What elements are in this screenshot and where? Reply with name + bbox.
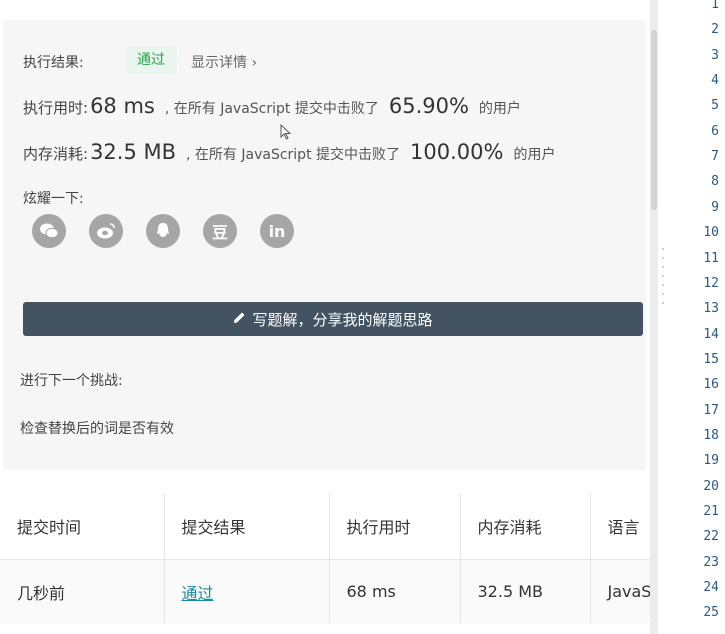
cell-language: JavaScript [590, 559, 650, 623]
line-number: 16 [703, 377, 719, 393]
runtime-percentile: 65.90% [388, 94, 469, 118]
line-number: 9 [711, 199, 719, 215]
cell-submit-result-link[interactable]: 通过 [164, 559, 330, 623]
runtime-value: 68 ms [90, 94, 155, 118]
table-header-row: 提交时间 提交结果 执行用时 内存消耗 语言 [0, 493, 650, 560]
line-number: 11 [703, 250, 719, 266]
runtime-suffix: 的用户 [478, 101, 521, 117]
pane-resize-handle[interactable] [660, 248, 666, 304]
line-number: 10 [703, 225, 719, 241]
next-challenge-link[interactable]: 检查替换后的词是否有效 [20, 418, 174, 438]
line-number: 25 [703, 605, 719, 621]
col-memory: 内存消耗 [460, 493, 591, 560]
line-number: 2 [711, 22, 719, 38]
line-number: 13 [703, 301, 719, 317]
memory-label: 内存消耗: [23, 145, 89, 163]
status-badge: 通过 [125, 46, 177, 74]
line-number: 17 [703, 402, 719, 418]
memory-compare-text: , 在所有 JavaScript 提交中击败了 [186, 147, 401, 163]
editor-line-gutter: 1 2 3 4 5 6 7 8 9 10 11 12 13 14 15 16 17 18 19 20 21 22 23 24 2… [668, 0, 725, 634]
line-number: 3 [711, 47, 719, 63]
next-challenge-label: 进行下一个挑战: [20, 373, 123, 389]
line-number: 15 [703, 351, 719, 367]
runtime-line: 执行用时: 68 ms , 在所有 JavaScript 提交中击败了 65.9… [23, 94, 521, 118]
col-submit-result: 提交结果 [164, 493, 330, 560]
separator [0, 470, 650, 490]
line-number: 5 [711, 98, 719, 114]
pencil-icon [233, 311, 246, 328]
share-icons: 豆 in [32, 214, 294, 248]
cell-submit-time: 几秒前 [0, 559, 165, 623]
write-solution-button[interactable]: 写题解，分享我的解题思路 [23, 302, 643, 336]
douban-icon[interactable]: 豆 [203, 214, 237, 248]
line-number: 6 [711, 123, 719, 139]
show-details-link[interactable]: 显示详情 › [191, 52, 257, 72]
memory-value: 32.5 MB [90, 140, 177, 164]
col-language: 语言 [590, 493, 650, 560]
line-number: 19 [703, 453, 719, 469]
line-number: 1 [711, 0, 719, 12]
line-number: 24 [703, 580, 719, 596]
line-number: 14 [703, 326, 719, 342]
line-number: 22 [703, 529, 719, 545]
mouse-cursor-icon [280, 123, 292, 140]
line-number: 12 [703, 275, 719, 291]
col-runtime: 执行用时 [329, 493, 461, 560]
submissions-table: 提交时间 提交结果 执行用时 内存消耗 语言 几秒前 通过 68 ms 32.5… [0, 493, 650, 623]
memory-suffix: 的用户 [513, 147, 556, 163]
memory-line: 内存消耗: 32.5 MB , 在所有 JavaScript 提交中击败了 10… [23, 140, 555, 164]
line-number: 4 [711, 73, 719, 89]
runtime-compare-text: , 在所有 JavaScript 提交中击败了 [164, 101, 379, 117]
linkedin-icon[interactable]: in [260, 214, 294, 248]
line-number: 20 [703, 478, 719, 494]
submission-panel: 执行结果: 通过 显示详情 › 执行用时: 68 ms , 在所有 JavaSc… [0, 0, 650, 634]
line-number: 23 [703, 554, 719, 570]
table-row: 几秒前 通过 68 ms 32.5 MB JavaScript [0, 559, 650, 623]
line-number: 21 [703, 504, 719, 519]
cell-memory: 32.5 MB [460, 559, 591, 623]
qq-icon[interactable] [146, 214, 180, 248]
col-submit-time: 提交时间 [0, 493, 165, 560]
write-solution-label: 写题解，分享我的解题思路 [252, 310, 433, 329]
weibo-icon[interactable] [89, 214, 123, 248]
runtime-label: 执行用时: [23, 99, 89, 117]
share-label: 炫耀一下: [23, 191, 84, 207]
scrollbar-thumb[interactable] [651, 30, 657, 210]
status-label: 执行结果: [23, 55, 84, 71]
wechat-icon[interactable] [32, 214, 66, 248]
cell-runtime: 68 ms [329, 559, 461, 623]
line-number: 18 [703, 427, 719, 443]
line-number: 7 [711, 149, 719, 165]
line-number: 8 [711, 174, 719, 190]
memory-percentile: 100.00% [410, 140, 504, 164]
